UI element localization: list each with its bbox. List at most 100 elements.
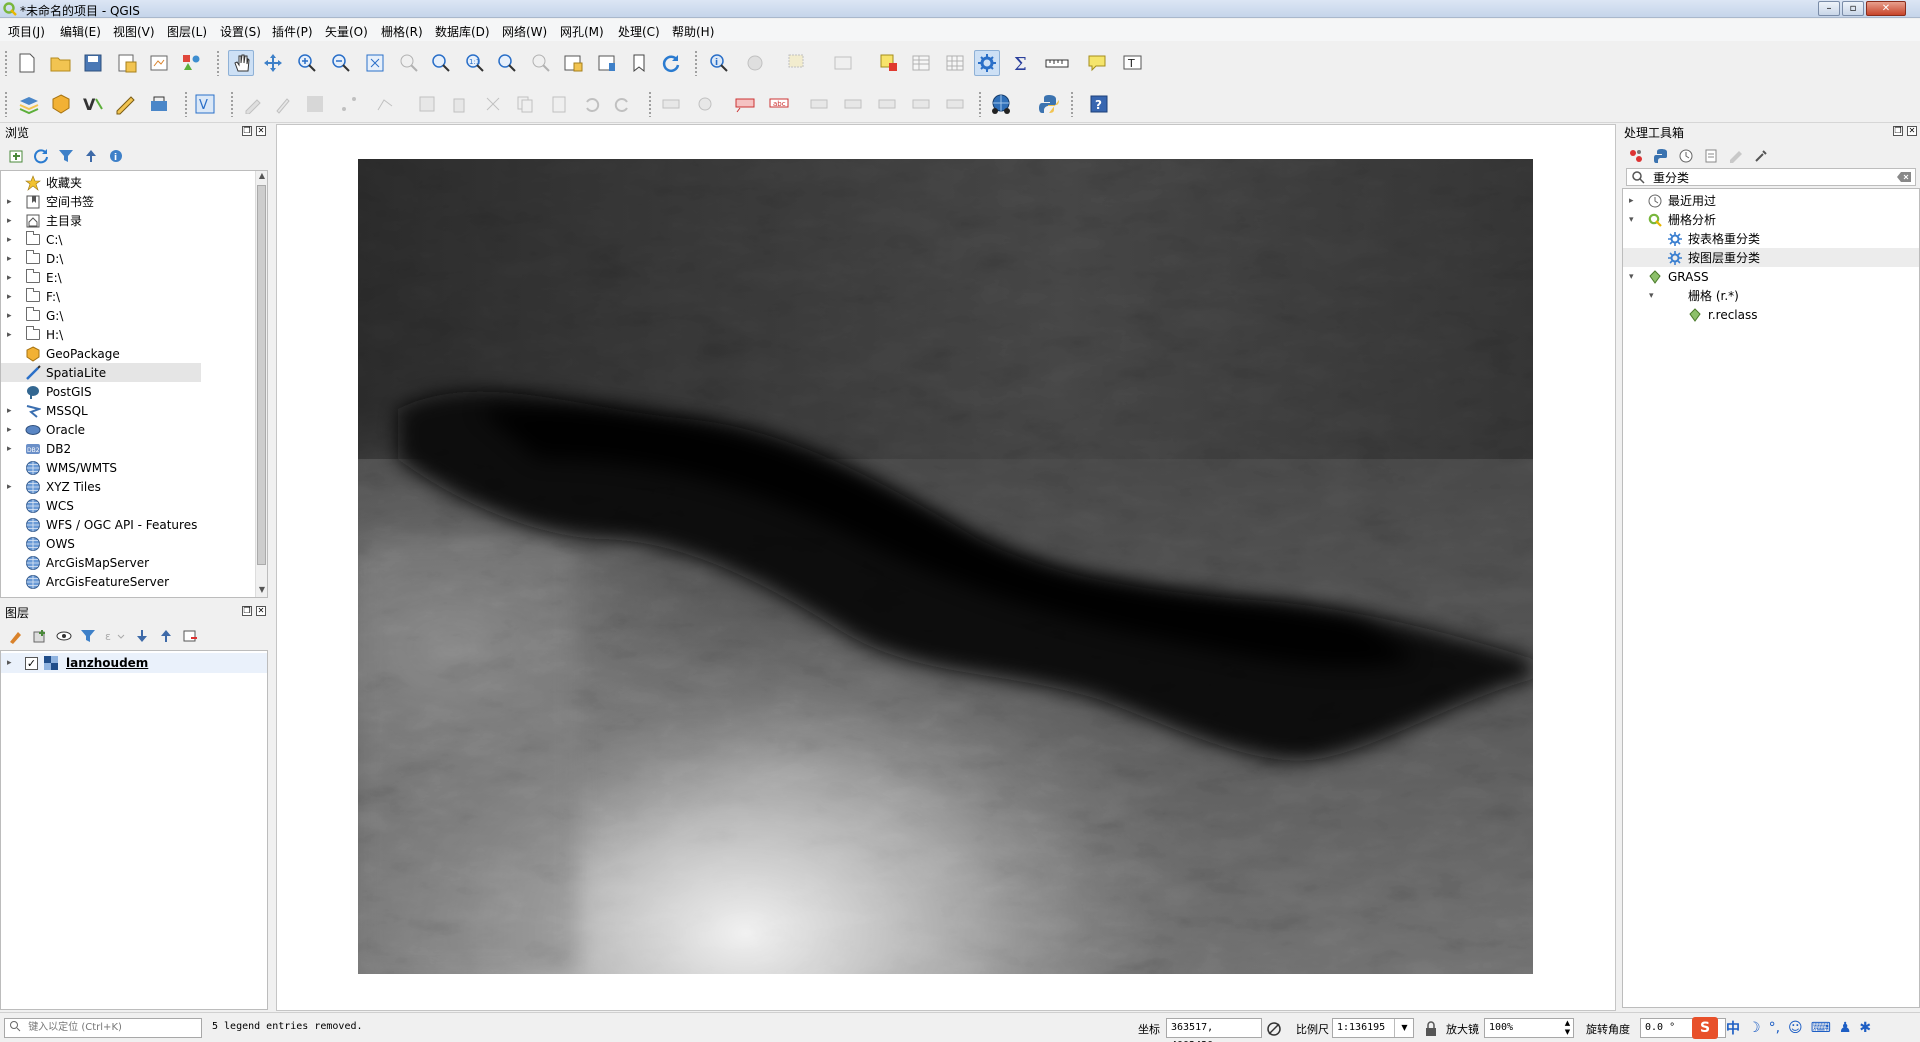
browser-item[interactable]: 收藏夹 [1,173,201,192]
menu-layer[interactable]: 图层(L) [167,23,207,40]
browser-item[interactable]: ▸ E:\ [1,268,201,287]
statistical-summary-icon[interactable]: Σ [1008,50,1034,76]
save-project-icon[interactable] [80,50,106,76]
new-project-icon[interactable] [14,50,40,76]
toolbar-grip[interactable] [694,50,698,76]
identify-features-icon[interactable]: i [706,50,732,76]
data-source-manager-icon[interactable] [16,91,42,117]
browser-item[interactable]: WCS [1,496,201,515]
map-tips-icon[interactable] [1084,50,1110,76]
ime-emoji-icon[interactable]: ☺ [1788,1020,1803,1036]
zoom-to-selection-icon[interactable] [396,50,422,76]
add-group-icon[interactable] [32,628,48,644]
refresh-browser-icon[interactable] [33,148,49,164]
style-manager-icon[interactable] [178,50,204,76]
toolbar-grip[interactable] [978,91,982,117]
zoom-to-layer-icon[interactable] [428,50,454,76]
expand-arrow-icon[interactable]: ▸ [1629,196,1639,206]
expand-arrow-icon[interactable]: ▸ [7,273,17,283]
properties-icon[interactable]: i [108,148,124,164]
browser-item[interactable]: ArcGisFeatureServer [1,572,201,591]
magnifier-spinner[interactable]: ▲ ▼ [1562,1019,1573,1037]
save-as-icon[interactable] [114,50,140,76]
browser-item[interactable]: ▸ 空间书签 [1,192,201,211]
toolbox-item[interactable]: r.reclass [1623,305,1919,324]
label-tool-icon[interactable] [658,91,684,117]
style-layer-icon[interactable] [8,628,24,644]
toolbar-grip[interactable] [4,91,8,117]
show-unplaced-labels-icon[interactable]: abc [766,91,792,117]
scale-dropdown-icon[interactable]: ▼ [1394,1019,1414,1037]
browser-item[interactable]: ▸ C:\ [1,230,201,249]
browser-item[interactable]: ▸ G:\ [1,306,201,325]
select-features-icon[interactable] [784,50,810,76]
collapse-all-icon[interactable] [83,148,99,164]
menu-plugins[interactable]: 插件(P) [272,23,313,40]
toolbox-item[interactable]: ▾ 栅格 (r.*) [1623,286,1919,305]
browser-item[interactable]: ▸ XYZ Tiles [1,477,201,496]
expand-arrow-icon[interactable]: ▸ [7,254,17,264]
float-panel-button[interactable]: ❐ [1893,126,1903,136]
close-panel-button[interactable]: ✕ [256,126,266,136]
toolbar-grip[interactable] [184,91,188,117]
models-icon[interactable] [1628,148,1644,164]
help-icon[interactable]: ? [1086,91,1112,117]
rotate-label-icon[interactable] [908,91,934,117]
toolbox-item[interactable]: 按图层重分类 [1623,248,1919,267]
pin-labels-icon[interactable] [806,91,832,117]
options-icon[interactable] [1753,148,1769,164]
browser-item[interactable]: GeoPackage [1,344,201,363]
layer-name[interactable]: lanzhoudem [66,656,148,670]
expand-arrow-icon[interactable]: ▸ [7,482,17,492]
add-wms-layer-icon[interactable] [146,91,172,117]
add-virtual-layer-icon[interactable]: V [192,91,218,117]
highlight-label-icon[interactable] [732,91,758,117]
menu-settings[interactable]: 设置(S) [220,23,261,40]
field-calculator-icon[interactable] [942,50,968,76]
collapse-all-layers-icon[interactable] [158,628,174,644]
expand-arrow-icon[interactable]: ▸ [7,216,17,226]
zoom-out-icon[interactable] [328,50,354,76]
browser-item[interactable]: ▸ D:\ [1,249,201,268]
ime-user-icon[interactable]: ♟ [1839,1020,1852,1036]
menu-raster[interactable]: 栅格(R) [381,23,423,40]
float-panel-button[interactable]: ❐ [242,126,252,136]
expand-all-icon[interactable] [134,628,150,644]
menu-project[interactable]: 项目(J) [8,23,45,40]
expand-arrow-icon[interactable]: ▾ [1629,215,1639,225]
toolbar-grip[interactable] [216,50,220,76]
toolbox-item[interactable]: 按表格重分类 [1623,229,1919,248]
vertex-tool-icon[interactable] [372,91,398,117]
browser-item[interactable]: ▸ F:\ [1,287,201,306]
toolbox-item[interactable]: ▾ GRASS [1623,267,1919,286]
expand-arrow-icon[interactable]: ▾ [1629,272,1639,282]
pan-to-selection-icon[interactable] [260,50,286,76]
browser-item[interactable]: ▸ 主目录 [1,211,201,230]
menu-vector[interactable]: 矢量(O) [325,23,368,40]
add-delimited-text-icon[interactable] [112,91,138,117]
magnifier-field[interactable]: 100% [1484,1018,1574,1038]
cut-features-icon[interactable] [480,91,506,117]
modify-attributes-icon[interactable] [414,91,440,117]
browser-item[interactable]: ▸ H:\ [1,325,201,344]
browser-item[interactable]: WFS / OGC API - Features [1,515,201,534]
layer-visibility-checkbox[interactable]: ✓ [25,656,38,670]
attribute-table-icon[interactable] [908,50,934,76]
float-panel-button[interactable]: ❐ [242,606,252,616]
toolbar-grip[interactable] [1070,91,1074,117]
menu-web[interactable]: 网络(W) [502,23,547,40]
expand-arrow-icon[interactable]: ▸ [7,330,17,340]
expand-arrow-icon[interactable]: ▸ [7,406,17,416]
delete-selected-icon[interactable] [446,91,472,117]
menu-edit[interactable]: 编辑(E) [60,23,101,40]
scripts-icon[interactable] [1653,148,1669,164]
spatial-bookmark-icon[interactable] [626,50,652,76]
toolbox-search-input[interactable]: 重分类 [1653,169,1689,186]
browser-item[interactable]: PostGIS [1,382,201,401]
close-panel-button[interactable]: ✕ [1907,126,1917,136]
expand-arrow-icon[interactable]: ▸ [7,658,17,668]
expand-arrow-icon[interactable]: ▸ [7,444,17,454]
redo-icon[interactable] [610,91,636,117]
diagram-tool-icon[interactable] [692,91,718,117]
add-geopackage-icon[interactable] [48,91,74,117]
